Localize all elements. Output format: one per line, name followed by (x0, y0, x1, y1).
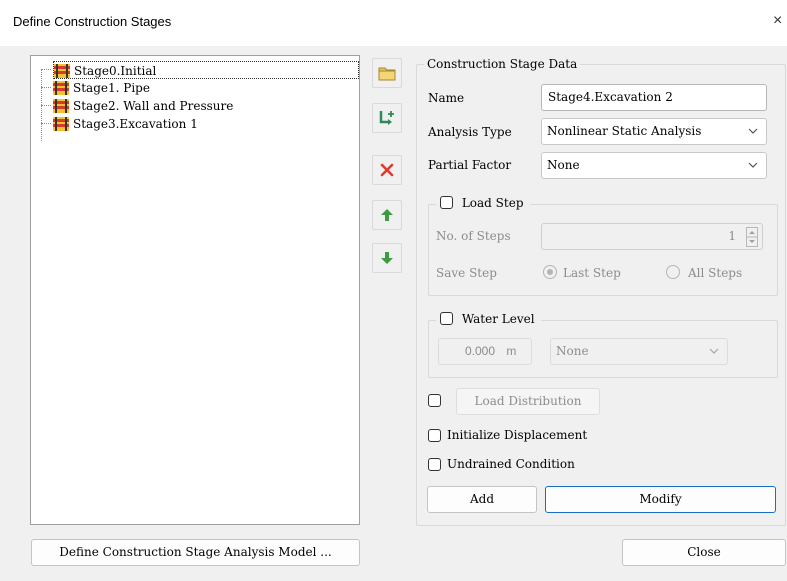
move-up-icon (381, 209, 393, 221)
water-level-checkbox[interactable] (440, 312, 453, 325)
last-step-radio[interactable] (543, 265, 557, 279)
water-level-field[interactable]: 0.000 m (438, 338, 532, 365)
partial-factor-select[interactable]: None (541, 152, 767, 179)
chevron-down-icon (748, 162, 758, 168)
stage-icon (53, 81, 69, 95)
stage-data-title: Construction Stage Data (424, 57, 581, 71)
tree-item-label: Stage0.Initial (74, 64, 157, 78)
folder-button[interactable] (372, 58, 402, 88)
tree-connector (41, 105, 51, 106)
dialog-title: Define Construction Stages (13, 14, 172, 29)
stage-icon (54, 64, 70, 78)
all-steps-radio[interactable] (666, 265, 680, 279)
tree-connector (41, 69, 51, 70)
partial-factor-value: None (547, 158, 580, 172)
tree-connector (41, 123, 51, 124)
chevron-down-icon (748, 128, 758, 134)
analysis-type-select[interactable]: Nonlinear Static Analysis (541, 118, 767, 145)
water-level-label: Water Level (461, 312, 535, 326)
water-level-header: Water Level (436, 312, 541, 326)
water-level-value: 0.000 (465, 344, 496, 358)
add-stage-icon (379, 111, 394, 125)
load-step-header: Load Step (436, 196, 530, 210)
add-stage-button[interactable] (372, 103, 402, 133)
save-step-label: Save Step (436, 266, 497, 280)
stage-icon (53, 99, 69, 113)
last-step-label: Last Step (563, 266, 621, 280)
steps-value: 1 (728, 229, 736, 243)
name-field[interactable]: Stage4.Excavation 2 (541, 84, 767, 111)
tree-item-stage0[interactable]: Stage0.Initial (53, 61, 359, 79)
load-step-label: Load Step (461, 196, 524, 210)
delete-icon (380, 163, 394, 177)
initialize-displacement-label: Initialize Displacement (447, 428, 588, 442)
load-distribution-checkbox[interactable] (428, 394, 441, 407)
define-model-button[interactable]: Define Construction Stage Analysis Model… (31, 539, 360, 566)
partial-factor-label: Partial Factor (428, 158, 512, 172)
tree-content: Stage0.Initial Stage1. Pipe Stage2. Wall… (30, 55, 360, 525)
load-distribution-button[interactable]: Load Distribution (456, 388, 600, 415)
move-down-icon (381, 252, 393, 264)
add-button[interactable]: Add (427, 486, 537, 513)
tree-item-label: Stage1. Pipe (73, 81, 150, 95)
chevron-down-icon (709, 348, 719, 354)
delete-stage-button[interactable] (372, 155, 402, 185)
spinner-arrows-icon (746, 227, 758, 247)
initialize-displacement-checkbox[interactable] (428, 429, 441, 442)
water-level-unit: m (506, 344, 517, 358)
tree-item-label: Stage2. Wall and Pressure (73, 99, 234, 113)
move-up-button[interactable] (372, 200, 402, 230)
steps-label: No. of Steps (436, 229, 511, 243)
analysis-type-label: Analysis Type (428, 125, 512, 139)
steps-field[interactable]: 1 (541, 223, 763, 250)
undrained-condition-label: Undrained Condition (447, 457, 575, 471)
stage-icon (53, 117, 69, 131)
analysis-type-value: Nonlinear Static Analysis (547, 124, 702, 138)
water-level-select-value: None (556, 344, 589, 358)
name-label: Name (428, 91, 465, 105)
tree-item-label: Stage3.Excavation 1 (73, 117, 198, 131)
water-level-select[interactable]: None (550, 338, 728, 365)
close-icon[interactable]: × (773, 10, 787, 32)
modify-button[interactable]: Modify (545, 486, 776, 513)
load-step-group (428, 204, 778, 296)
close-button[interactable]: Close (622, 539, 786, 566)
title-bar: Define Construction Stages × (0, 0, 787, 46)
steps-spinner[interactable] (746, 227, 758, 247)
load-step-checkbox[interactable] (440, 196, 453, 209)
move-down-button[interactable] (372, 243, 402, 273)
undrained-condition-checkbox[interactable] (428, 458, 441, 471)
tree-connector (41, 87, 51, 88)
folder-icon (378, 67, 396, 81)
all-steps-label: All Steps (688, 266, 743, 280)
